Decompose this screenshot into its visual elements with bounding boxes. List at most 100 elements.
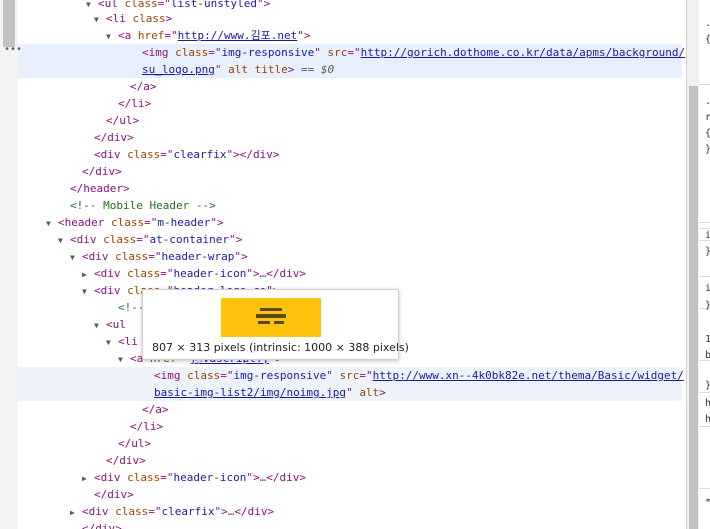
dom-node-ul-close-row[interactable]: </ul> [18,112,682,129]
style-rule-divider [699,276,710,277]
collapse-triangle-icon[interactable]: ▼ [46,215,58,232]
dom-node-li-close-row[interactable]: </li> [18,95,682,112]
url-link[interactable]: http://www.김포.net [178,29,298,42]
tag-text: </header> [70,182,130,195]
dom-node-header-wrap-row[interactable]: ▼ <div class="header-wrap"> [18,248,682,265]
dom-node-img-row-2[interactable]: <img class="img-responsive" src="http://… [18,367,684,384]
collapse-triangle-icon[interactable]: ▼ [94,11,106,28]
collapse-triangle-icon[interactable]: ▼ [106,334,118,351]
collapse-triangle-icon[interactable]: ▼ [70,249,82,266]
attribute-value: header-wrap [161,250,235,263]
dom-node-at-container-row[interactable]: ▼ <div class="at-container"> [18,231,682,248]
tag-text: =" [208,46,222,59]
dom-node-m-header-row[interactable]: ▼ <header class="m-header"> [18,214,682,231]
style-rule-fragment: } [705,144,710,155]
tag-text: =" [359,369,373,382]
attribute-name: class [103,233,137,246]
left-scrollbar-thumb[interactable] [3,0,15,47]
tag-text: > [165,12,173,25]
style-rule-fragment: i [705,230,710,241]
tag-text: " [326,369,340,382]
html-comment: <!-- Mobile Header --> [70,199,216,212]
elements-scrollbar-thumb[interactable] [689,86,698,529]
collapse-triangle-icon[interactable]: ▼ [82,283,94,300]
attribute-name: class [124,0,158,10]
tag-text: <div [94,148,128,161]
attribute-name: class [110,216,145,229]
dom-node-li-close-row[interactable]: </li> [18,418,682,435]
dom-node-ul-close-row[interactable]: </ul> [18,435,682,452]
attribute-value: at-container [149,233,229,246]
tag-text: </li> [130,420,164,433]
tag-text: <a [118,29,138,42]
tag-text: "> [210,216,224,229]
expand-triangle-icon[interactable]: ▶ [82,266,94,283]
attribute-name: alt [359,386,380,399]
collapse-triangle-icon[interactable]: ▼ [58,232,70,249]
collapse-triangle-icon[interactable]: ▼ [94,317,106,334]
style-rule-fragment: * [705,497,710,508]
style-rule-fragment: r [705,112,710,123]
collapse-triangle-icon[interactable]: ▼ [106,28,118,45]
tag-text: "> [297,29,311,42]
tag-text: =" [148,505,162,518]
dom-node-a-open-row[interactable]: ▼ <a href="http://www.김포.net"> [18,27,682,44]
tag-text: =" [220,369,234,382]
styles-pane: . {. r {} i} i} 1 b} hh * [699,0,710,529]
dom-node-img-row[interactable]: <img class="img-responsive" src="http://… [18,44,685,61]
attribute-name: class [187,369,221,382]
dom-node-header-close-row[interactable]: </header> [18,180,682,197]
url-link[interactable]: http://gorich.dothome.co.kr/data/apms/ba… [361,46,686,59]
selected-row-menu-icon[interactable]: ••• [4,44,22,55]
tag-text: </div> [82,165,122,178]
dom-node-img-row-2-cont[interactable]: basic-img-list2/img/noimg.jpg" alt> [18,384,682,401]
dom-node-header-icon-row[interactable]: ▶ <div class="header-icon">…</div> [18,265,682,282]
dom-node-div-close-row[interactable]: </div> [18,452,682,469]
attribute-name: class [115,505,149,518]
dom-node-mobile-header-comment[interactable]: <!-- Mobile Header --> [18,197,682,214]
dom-node-div-close-row[interactable]: </div> [18,520,682,529]
dom-node-li-open-row[interactable]: ▼ <li class> [18,10,682,27]
dom-node-img-row-cont[interactable]: su_logo.png" alt title> == $0 [18,61,682,78]
attribute-name: alt title [228,63,288,76]
style-rule-divider [699,228,710,229]
tag-text: =" [347,46,361,59]
tag-text: " [314,46,328,59]
url-link[interactable]: http://www.xn--4k0bk82e.net/thema/Basic/… [373,369,684,382]
tag-text: =" [144,216,158,229]
dom-node-a-close-row[interactable]: </a> [18,78,682,95]
style-rule-fragment: b [705,350,710,361]
style-rule-fragment: h [705,414,710,425]
tag-text: =" [160,267,174,280]
dom-node-div-close-row[interactable]: </div> [18,163,682,180]
url-link[interactable]: basic-img-list2/img/noimg.jpg [154,386,346,399]
tag-text: </ul> [118,437,152,450]
dom-node-clearfix-div-row[interactable]: <div class="clearfix"></div> [18,146,682,163]
dom-node-div-close-row[interactable]: </div> [18,486,682,503]
dom-node-a-close-row[interactable]: </a> [18,401,682,418]
tag-text: </div> [266,471,306,484]
tag-text: </div> [106,454,146,467]
tag-text: "></div> [226,148,280,161]
tag-text: <img [154,369,188,382]
dom-node-clearfix-collapsed-row[interactable]: ▶ <div class="clearfix">…</div> [18,503,682,520]
attribute-name: class [127,267,161,280]
dom-node-div-close-row[interactable]: </div> [18,129,682,146]
elements-tree: ▼ <ul class="list-unstyled"> ▼ <li class> ▼ <… [18,0,686,529]
attribute-name: src [327,46,348,59]
image-dimensions-label: 807 × 313 pixels (intrinsic: 1000 × 388 … [152,341,409,354]
tag-text: </a> [142,403,169,416]
tag-text: <li [118,335,138,348]
tag-text: <div [82,505,116,518]
attribute-name: class [132,12,166,25]
style-rule-fragment: } [705,246,710,257]
expand-triangle-icon[interactable]: ▶ [70,504,82,521]
tag-text: </ul> [106,114,140,127]
dom-node-header-icon-row[interactable]: ▶ <div class="header-icon">…</div> [18,469,682,486]
collapse-triangle-icon[interactable]: ▼ [118,351,130,368]
expand-triangle-icon[interactable]: ▶ [82,470,94,487]
tag-text: </li> [118,97,152,110]
style-rule-fragment: } [705,300,710,311]
tag-text: "> [246,471,260,484]
url-link[interactable]: su_logo.png [142,63,215,76]
